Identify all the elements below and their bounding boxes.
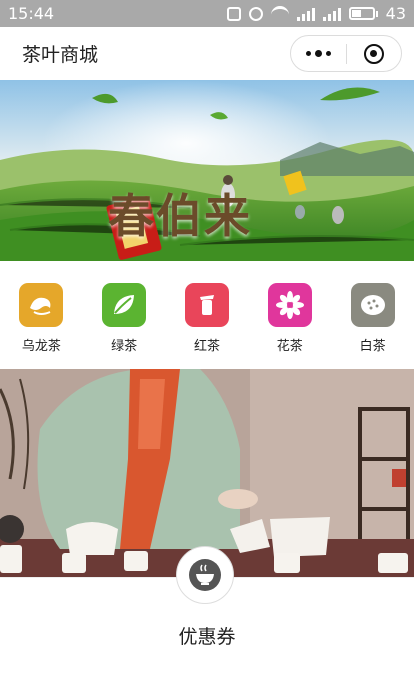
banner-headline: 春伯来	[108, 189, 252, 243]
close-button[interactable]	[347, 36, 402, 71]
status-bar: 15:44 43	[0, 0, 414, 27]
close-icon	[363, 43, 384, 64]
wifi-icon	[270, 6, 289, 21]
status-time: 15:44	[8, 4, 55, 23]
page-title: 茶叶商城	[22, 44, 99, 66]
battery-level: 43	[385, 4, 406, 23]
category-oolong[interactable]: 乌龙茶	[11, 283, 71, 354]
mini-program-capsule	[290, 35, 402, 72]
nav-bar: 茶叶商城	[0, 27, 414, 80]
tea-bowl-icon	[189, 559, 221, 591]
signal-icon	[296, 7, 315, 21]
teacup-icon	[184, 283, 229, 327]
category-label: 乌龙茶	[21, 339, 61, 354]
category-label: 花茶	[276, 339, 303, 354]
flower-icon	[267, 283, 312, 327]
more-button[interactable]	[291, 36, 346, 71]
category-flower[interactable]: 花茶	[260, 283, 320, 354]
category-label: 绿茶	[111, 339, 138, 354]
battery-icon	[348, 7, 378, 20]
coupon-label: 优惠券	[178, 626, 236, 648]
dragon-icon	[19, 283, 64, 327]
category-list: 乌龙茶 绿茶 红茶 花茶 白茶	[0, 261, 414, 369]
tea-cake-icon	[350, 283, 395, 327]
signal-icon-2	[322, 7, 341, 21]
coupon-icon-button[interactable]	[176, 546, 234, 604]
category-label: 红茶	[193, 339, 220, 354]
category-white[interactable]: 白茶	[343, 283, 403, 354]
status-icons: 43	[226, 4, 406, 23]
category-green[interactable]: 绿茶	[94, 283, 154, 354]
leaf-icon	[102, 283, 147, 327]
category-black[interactable]: 红茶	[177, 283, 237, 354]
alarm-icon	[248, 6, 263, 21]
vibrate-icon	[226, 6, 241, 21]
more-icon	[305, 50, 331, 57]
category-label: 白茶	[359, 339, 386, 354]
coupon-section[interactable]: 优惠券	[0, 546, 414, 677]
banner[interactable]: 春伯来	[0, 80, 414, 261]
